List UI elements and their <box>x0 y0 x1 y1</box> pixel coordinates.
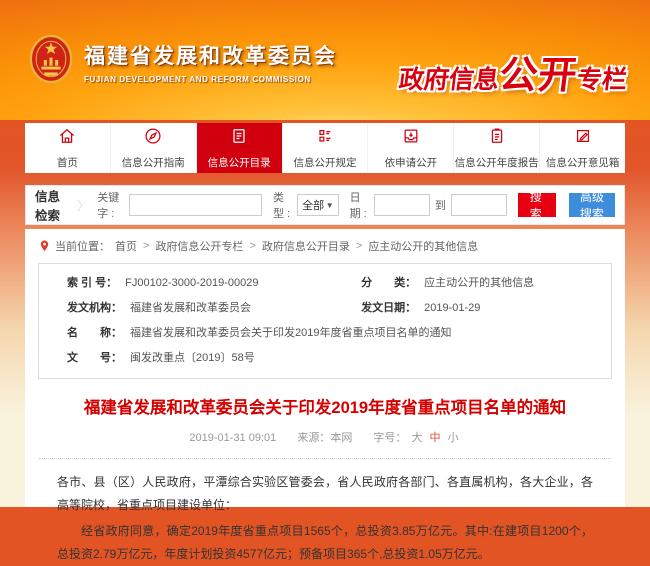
inbox-arrow-icon <box>401 126 421 151</box>
date-from-input[interactable] <box>374 194 430 216</box>
fontsize-large-button[interactable]: 大 <box>411 432 422 444</box>
fontsize-control: 字号： 大 中 小 <box>373 432 460 444</box>
issue-date-label: 发文日期： <box>361 296 416 321</box>
clipboard-icon <box>487 126 507 151</box>
nav-item-guide[interactable]: 信息公开指南 <box>111 123 197 173</box>
header-banner: 福建省发展和改革委员会 FUJIAN DEVELOPMENT AND REFOR… <box>0 0 650 120</box>
keyword-input[interactable] <box>129 194 262 216</box>
nav-item-label: 信息公开指南 <box>122 155 185 170</box>
nav-item-directory[interactable]: 信息公开目录 <box>197 123 283 173</box>
doc-name-label: 名 称： <box>67 321 122 346</box>
column-title-part1: 政府信息 <box>397 66 500 94</box>
doc-name-value: 福建省发展和改革委员会关于印发2019年度省重点项目名单的通知 <box>130 321 451 346</box>
org-name-cn: 福建省发展和改革委员会 <box>84 40 337 70</box>
suggestion-box-icon <box>573 126 593 151</box>
chevron-right-icon: 〉 <box>77 197 89 214</box>
issuer-label: 发文机构： <box>67 296 122 321</box>
article-paragraph-1: 各市、县（区）人民政府，平潭综合实验区管委会，省人民政府各部门、各直属机构，各大… <box>57 471 593 517</box>
breadcrumb-home[interactable]: 首页 <box>115 238 137 254</box>
doc-number-label: 文 号： <box>67 346 122 371</box>
nav-item-label: 信息公开意见箱 <box>546 155 620 170</box>
nav-item-label: 信息公开年度报告 <box>455 155 539 170</box>
fontsize-medium-button[interactable]: 中 <box>430 432 441 444</box>
article-title: 福建省发展和改革委员会关于印发2019年度省重点项目名单的通知 <box>25 394 625 418</box>
national-emblem-logo <box>28 34 74 89</box>
article-datetime: 2019-01-31 09:01 <box>189 432 276 444</box>
select-arrow-icon: ▼ <box>326 201 334 210</box>
type-select[interactable]: 全部 ▼ <box>297 194 338 216</box>
org-identity: 福建省发展和改革委员会 FUJIAN DEVELOPMENT AND REFOR… <box>28 34 337 89</box>
breadcrumb: 当前位置： 首页 > 政府信息公开专栏 > 政府信息公开目录 > 应主动公开的其… <box>25 229 625 260</box>
document-info-table: 索 引 号： FJ00102-3000-2019-00029 分 类： 应主动公… <box>38 263 612 379</box>
column-title-part2: 公开 <box>497 55 580 97</box>
nav-item-suggestion-box[interactable]: 信息公开意见箱 <box>540 123 625 173</box>
nav-item-regulations[interactable]: 信息公开规定 <box>283 123 369 173</box>
table-row: 名 称： 福建省发展和改革委员会关于印发2019年度省重点项目名单的通知 <box>67 321 583 346</box>
category-label: 分 类： <box>361 271 416 296</box>
breadcrumb-gov-info-column[interactable]: 政府信息公开专栏 <box>155 238 243 254</box>
breadcrumb-separator: > <box>143 240 149 252</box>
nav-item-label: 依申请公开 <box>385 155 438 170</box>
article-meta: 2019-01-31 09:01 来源：本网 字号： 大 中 小 <box>25 429 625 445</box>
category-value: 应主动公开的其他信息 <box>424 271 534 296</box>
compass-icon <box>143 126 163 151</box>
nav-item-label: 信息公开规定 <box>294 155 357 170</box>
search-section-label: 信息检索 <box>35 186 69 224</box>
issuer-value: 福建省发展和改革委员会 <box>130 296 251 321</box>
table-row: 文 号： 闽发改重点〔2019〕58号 <box>67 346 583 371</box>
index-number-label: 索 引 号： <box>67 271 117 296</box>
breadcrumb-separator: > <box>249 240 255 252</box>
main-content: 当前位置： 首页 > 政府信息公开专栏 > 政府信息公开目录 > 应主动公开的其… <box>25 229 625 507</box>
date-to-input[interactable] <box>451 194 507 216</box>
nav-item-label: 信息公开目录 <box>208 155 271 170</box>
search-button[interactable]: 搜 索 <box>518 193 556 217</box>
breadcrumb-current[interactable]: 应主动公开的其他信息 <box>368 238 478 254</box>
location-pin-icon <box>39 239 50 253</box>
breadcrumb-separator: > <box>356 240 362 252</box>
search-bar: 信息检索 〉 关键字 : 类型 : 全部 ▼ 日期 : 到 搜 索 高级搜索 <box>25 185 625 225</box>
date-to-label: 到 <box>435 197 446 213</box>
article-body: 各市、县（区）人民政府，平潭综合实验区管委会，省人民政府各部门、各直属机构，各大… <box>25 459 625 566</box>
doc-number-value: 闽发改重点〔2019〕58号 <box>130 346 255 371</box>
article-source: 来源：本网 <box>297 432 352 444</box>
org-name-en: FUJIAN DEVELOPMENT AND REFORM COMMISSION <box>84 75 337 84</box>
type-label: 类型 : <box>273 189 292 221</box>
table-row: 发文机构： 福建省发展和改革委员会 发文日期： 2019-01-29 <box>67 296 583 321</box>
keyword-label: 关键字 : <box>97 189 124 221</box>
nav-item-label: 首页 <box>57 155 78 170</box>
breadcrumb-directory[interactable]: 政府信息公开目录 <box>262 238 350 254</box>
nav-item-home[interactable]: 首页 <box>25 123 111 173</box>
column-title: 政府信息公开专栏 <box>397 44 632 99</box>
advanced-search-button[interactable]: 高级搜索 <box>569 193 615 217</box>
article-paragraph-2: 经省政府同意，确定2019年度省重点项目1565个，总投资3.85万亿元。其中:… <box>57 520 593 566</box>
breadcrumb-prefix: 当前位置： <box>55 238 110 254</box>
type-select-value: 全部 <box>302 197 324 213</box>
fontsize-small-button[interactable]: 小 <box>448 432 459 444</box>
issue-date-value: 2019-01-29 <box>424 296 480 321</box>
column-title-part3: 专栏 <box>575 66 628 94</box>
main-navigation: 首页 信息公开指南 信息公开目录 信息公开规定 <box>25 123 625 173</box>
document-icon <box>229 126 249 151</box>
date-label: 日期 : <box>350 189 369 221</box>
home-icon <box>57 126 77 151</box>
nav-item-annual-report[interactable]: 信息公开年度报告 <box>454 123 540 173</box>
table-row: 索 引 号： FJ00102-3000-2019-00029 分 类： 应主动公… <box>67 271 583 296</box>
fontsize-label: 字号： <box>373 432 406 444</box>
list-icon <box>315 126 335 151</box>
nav-item-request[interactable]: 依申请公开 <box>368 123 454 173</box>
index-number-value: FJ00102-3000-2019-00029 <box>125 271 258 296</box>
